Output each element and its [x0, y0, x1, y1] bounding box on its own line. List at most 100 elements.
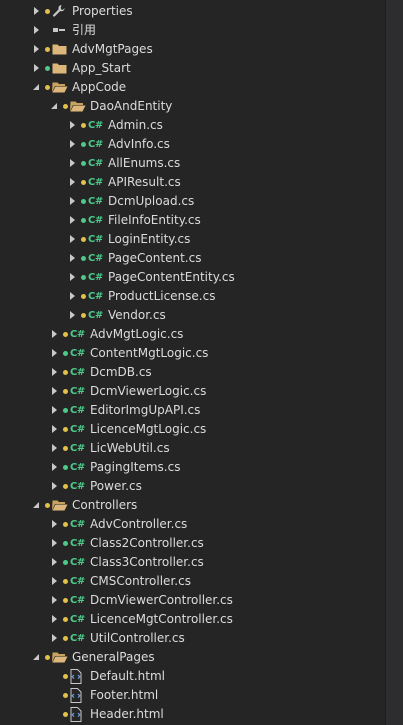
tree-item[interactable]: DaoAndEntity	[0, 97, 385, 116]
collapse-arrow-icon[interactable]	[32, 648, 42, 667]
csharp-file-icon: C#	[88, 310, 103, 321]
tree-item[interactable]: Default.html	[0, 667, 385, 686]
expand-arrow-icon[interactable]	[68, 249, 78, 268]
tree-item[interactable]: C# UtilController.cs	[0, 629, 385, 648]
expand-arrow-icon[interactable]	[32, 2, 42, 21]
expand-arrow-icon[interactable]	[50, 629, 60, 648]
tree-item[interactable]: 引用	[0, 21, 385, 40]
tree-item-label: GeneralPages	[72, 650, 155, 664]
status-dot-icon	[81, 180, 86, 185]
expand-arrow-icon[interactable]	[50, 363, 60, 382]
tree-item[interactable]: Controllers	[0, 496, 385, 515]
tree-item[interactable]: C# DcmViewerController.cs	[0, 591, 385, 610]
tree-item[interactable]: C# ContentMgtLogic.cs	[0, 344, 385, 363]
expand-arrow-icon[interactable]	[50, 515, 60, 534]
tree-item[interactable]: C# Vendor.cs	[0, 306, 385, 325]
tree-item[interactable]: C# LicenceMgtController.cs	[0, 610, 385, 629]
tree-item[interactable]: Footer.html	[0, 686, 385, 705]
tree-item[interactable]: C# CMSController.cs	[0, 572, 385, 591]
expand-arrow-icon[interactable]	[68, 154, 78, 173]
status-dot-icon	[63, 579, 68, 584]
csharp-file-icon: C#	[88, 291, 103, 302]
expand-arrow-icon[interactable]	[68, 211, 78, 230]
expand-arrow-icon[interactable]	[50, 591, 60, 610]
tree-item[interactable]: C# DcmDB.cs	[0, 363, 385, 382]
tree-item[interactable]: App_Start	[0, 59, 385, 78]
collapse-arrow-icon[interactable]	[50, 97, 60, 116]
status-dot-icon	[45, 503, 50, 508]
expand-arrow-icon[interactable]	[50, 458, 60, 477]
collapse-arrow-icon[interactable]	[32, 496, 42, 515]
tree-item[interactable]: C# LicenceMgtLogic.cs	[0, 420, 385, 439]
tree-item[interactable]: AdvMgtPages	[0, 40, 385, 59]
expand-arrow-icon[interactable]	[68, 116, 78, 135]
expand-arrow-icon[interactable]	[50, 382, 60, 401]
expand-arrow-icon[interactable]	[50, 553, 60, 572]
tree-item[interactable]: C# PageContentEntity.cs	[0, 268, 385, 287]
tree-item[interactable]: C# Admin.cs	[0, 116, 385, 135]
expand-arrow-icon[interactable]	[32, 59, 42, 78]
expand-arrow-icon[interactable]	[50, 401, 60, 420]
tree-item[interactable]: C# EditorImgUpAPI.cs	[0, 401, 385, 420]
tree-item[interactable]: GeneralPages	[0, 648, 385, 667]
expand-arrow-icon[interactable]	[50, 439, 60, 458]
tree-item[interactable]: C# Class2Controller.cs	[0, 534, 385, 553]
expand-arrow-icon[interactable]	[50, 572, 60, 591]
tree-item[interactable]: C# PagingItems.cs	[0, 458, 385, 477]
tree-item[interactable]: C# DcmUpload.cs	[0, 192, 385, 211]
vertical-scrollbar[interactable]	[385, 0, 403, 725]
tree-item[interactable]: C# ProductLicense.cs	[0, 287, 385, 306]
expand-arrow-icon[interactable]	[68, 192, 78, 211]
tree-item[interactable]: AppCode	[0, 78, 385, 97]
tree-item-label: AllEnums.cs	[108, 156, 181, 170]
csharp-file-icon: C#	[70, 481, 85, 492]
expand-arrow-icon[interactable]	[32, 40, 42, 59]
tree-item-label: Power.cs	[90, 479, 142, 493]
tree-item[interactable]: C# Class3Controller.cs	[0, 553, 385, 572]
reference-icon	[52, 21, 66, 40]
status-dot-icon	[45, 47, 50, 52]
expand-arrow-icon[interactable]	[50, 344, 60, 363]
wrench-icon	[52, 2, 66, 21]
expand-arrow-icon[interactable]	[32, 21, 42, 40]
expand-arrow-icon[interactable]	[50, 610, 60, 629]
tree-item[interactable]: C# AdvInfo.cs	[0, 135, 385, 154]
tree-item-label: AdvMgtLogic.cs	[90, 327, 184, 341]
tree-item-label: LicWebUtil.cs	[90, 441, 170, 455]
status-dot-icon	[63, 104, 68, 109]
tree-item[interactable]: C# LoginEntity.cs	[0, 230, 385, 249]
collapse-arrow-icon[interactable]	[32, 78, 42, 97]
tree-item[interactable]: C# AllEnums.cs	[0, 154, 385, 173]
status-dot-icon	[63, 408, 68, 413]
html-file-icon	[70, 667, 82, 686]
expand-arrow-icon[interactable]	[68, 135, 78, 154]
status-dot-icon	[81, 256, 86, 261]
status-dot-icon	[63, 332, 68, 337]
tree-item[interactable]: C# Power.cs	[0, 477, 385, 496]
tree-item[interactable]: C# AdvController.cs	[0, 515, 385, 534]
expand-arrow-icon[interactable]	[50, 325, 60, 344]
expand-arrow-icon[interactable]	[50, 534, 60, 553]
tree-item[interactable]: Properties	[0, 2, 385, 21]
tree-item[interactable]: Header.html	[0, 705, 385, 724]
expand-arrow-icon[interactable]	[50, 477, 60, 496]
expand-arrow-icon[interactable]	[68, 173, 78, 192]
csharp-file-icon: C#	[88, 158, 103, 169]
tree-item[interactable]: C# PageContent.cs	[0, 249, 385, 268]
expand-arrow-icon[interactable]	[68, 230, 78, 249]
tree-item[interactable]: C# DcmViewerLogic.cs	[0, 382, 385, 401]
tree-item[interactable]: C# LicWebUtil.cs	[0, 439, 385, 458]
expand-arrow-icon[interactable]	[68, 268, 78, 287]
tree-item[interactable]: C# AdvMgtLogic.cs	[0, 325, 385, 344]
status-dot-icon	[81, 199, 86, 204]
csharp-file-icon: C#	[88, 234, 103, 245]
tree-item[interactable]: C# FileInfoEntity.cs	[0, 211, 385, 230]
csharp-file-icon: C#	[88, 215, 103, 226]
expand-arrow-icon[interactable]	[50, 420, 60, 439]
expand-arrow-icon[interactable]	[68, 306, 78, 325]
tree-item[interactable]: C# APIResult.cs	[0, 173, 385, 192]
csharp-file-icon: C#	[70, 595, 85, 606]
status-dot-icon	[45, 66, 50, 71]
expand-arrow-icon[interactable]	[68, 287, 78, 306]
status-dot-icon	[63, 617, 68, 622]
